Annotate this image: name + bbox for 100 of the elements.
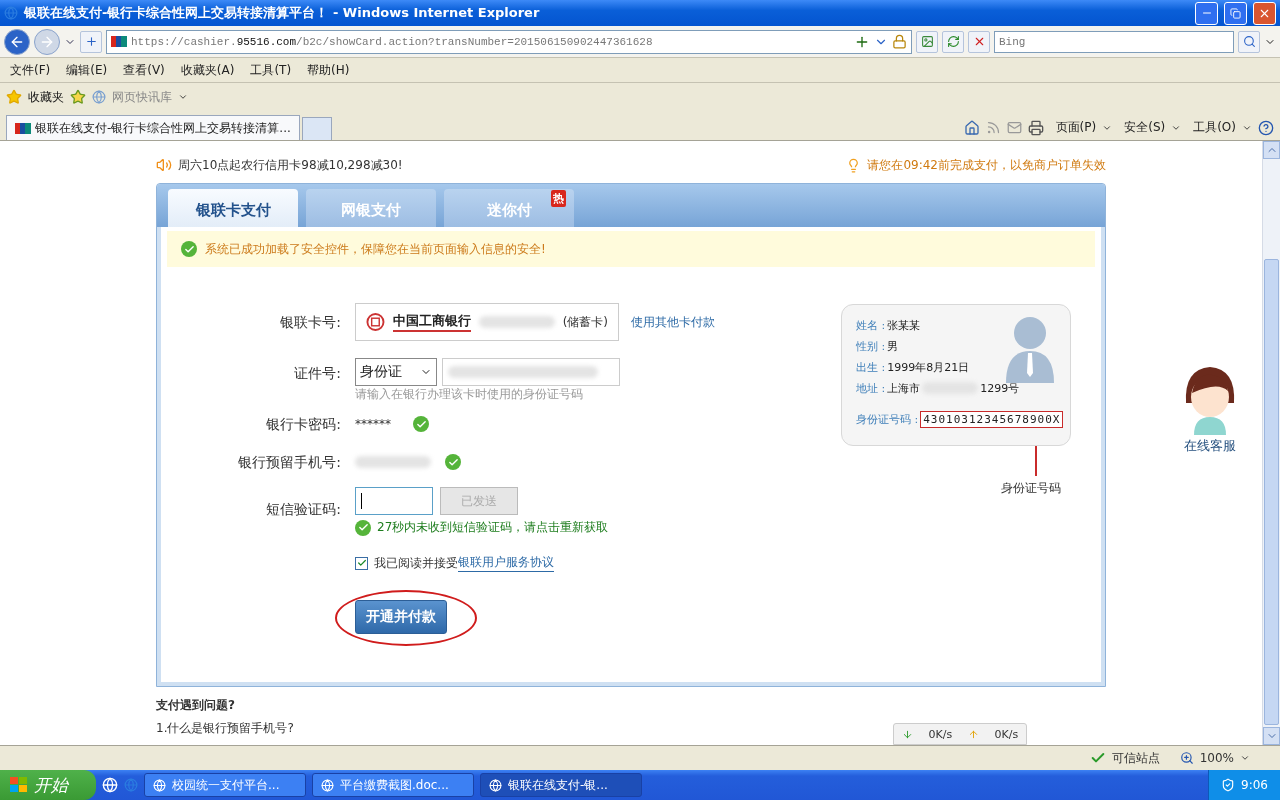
browser-tab[interactable]: 银联在线支付-银行卡综合性网上交易转接清算... xyxy=(6,115,300,140)
zoom-level[interactable]: 100% xyxy=(1199,751,1234,765)
print-icon[interactable] xyxy=(1027,119,1044,136)
forward-button[interactable] xyxy=(34,28,60,55)
help-question-link[interactable]: 1.什么是银行预留手机号? xyxy=(156,720,294,737)
deadline-text: 请您在09:42前完成支付，以免商户订单失效 xyxy=(867,156,1106,174)
taskbar-button[interactable]: 校园统一支付平台... xyxy=(144,773,306,797)
address-field[interactable]: https://cashier.95516.com/b2c/showCard.action?transNumber=201506150902447361628 xyxy=(106,29,912,54)
card-field-value: 男 xyxy=(887,338,899,354)
id-type-select[interactable]: 身份证 xyxy=(355,357,437,386)
restore-button[interactable] xyxy=(1224,1,1247,25)
lock-icon[interactable] xyxy=(892,34,907,49)
card-logo-icon xyxy=(15,122,31,134)
other-card-link[interactable]: 使用其他卡付款 xyxy=(631,313,715,331)
card-logo-icon xyxy=(111,36,127,47)
shield-icon[interactable] xyxy=(1221,778,1236,792)
menu-item[interactable]: 编辑(E) xyxy=(60,59,114,81)
command-menu[interactable]: 安全(S) xyxy=(1124,119,1166,136)
agreement-checkbox[interactable] xyxy=(355,556,368,570)
card-field-value: 1299号 xyxy=(980,380,1020,396)
card-field-label: 出生 : xyxy=(856,359,886,375)
caret-icon[interactable] xyxy=(1240,753,1250,763)
caret-icon[interactable] xyxy=(178,92,188,102)
menu-item[interactable]: 帮助(H) xyxy=(301,59,356,81)
menu-item[interactable]: 查看(V) xyxy=(117,59,171,81)
field-label: 证件号: xyxy=(293,364,341,383)
bank-logo-icon xyxy=(366,312,385,332)
payment-tab[interactable]: 银联卡支付 xyxy=(168,189,298,227)
add-button[interactable] xyxy=(80,30,102,53)
card-field-label: 姓名 : xyxy=(856,317,886,333)
image-icon xyxy=(920,35,934,48)
stop-button[interactable] xyxy=(968,30,990,53)
help-icon[interactable] xyxy=(1258,119,1274,136)
field-label: 银行卡密码: xyxy=(265,415,341,434)
id-number-field[interactable] xyxy=(442,357,620,386)
sms-message: 27秒内未收到短信验证码，请点击重新获取 xyxy=(377,519,609,536)
add-favorite-icon[interactable] xyxy=(70,89,86,105)
menu-item[interactable]: 工具(T) xyxy=(244,59,298,81)
plus-icon xyxy=(84,35,98,48)
speaker-icon xyxy=(156,157,172,173)
download-speed: 0K/s xyxy=(928,727,953,741)
security-zone: 可信站点 xyxy=(1111,749,1160,767)
favorites-star-icon[interactable] xyxy=(6,89,22,105)
sms-code-field[interactable] xyxy=(355,487,433,515)
search-button[interactable] xyxy=(1238,30,1260,53)
scroll-thumb[interactable] xyxy=(1264,259,1279,725)
refresh-button[interactable] xyxy=(942,30,964,53)
field-label: 短信验证码: xyxy=(265,500,341,519)
taskbar-button[interactable]: 银联在线支付-银... xyxy=(480,773,642,797)
close-button[interactable] xyxy=(1253,1,1276,25)
menu-item[interactable]: 收藏夹(A) xyxy=(174,59,241,81)
browser-icon xyxy=(153,778,166,792)
search-icon xyxy=(1242,35,1256,48)
windows-logo-icon xyxy=(10,777,28,793)
online-service-label[interactable]: 在线客服 xyxy=(1184,437,1236,455)
upload-speed: 0K/s xyxy=(994,727,1019,741)
favorites-button[interactable]: 收藏夹 xyxy=(28,88,64,106)
upload-arrow-icon xyxy=(967,728,979,740)
browser-icon xyxy=(489,778,502,792)
home-icon[interactable] xyxy=(963,119,980,136)
taskbar-button[interactable]: 平台缴费截图.doc... xyxy=(312,773,474,797)
promo-text: 周六10点起农行信用卡98减10,298减30! xyxy=(178,156,403,174)
feed-icon[interactable] xyxy=(985,120,1001,135)
agreement-text: 我已阅读并接受 xyxy=(374,554,458,572)
card-field-value: 上海市 xyxy=(887,380,921,396)
person-silhouette-icon xyxy=(1004,317,1056,383)
search-field[interactable]: Bing xyxy=(994,30,1234,53)
field-label: 银行预留手机号: xyxy=(237,453,341,472)
browser-icon xyxy=(124,778,138,792)
leader-line xyxy=(1035,446,1037,476)
back-button[interactable] xyxy=(4,28,30,55)
quick-launch-icon[interactable] xyxy=(102,777,118,793)
card-field-label: 地址 : xyxy=(856,380,886,396)
agreement-link[interactable]: 银联用户服务协议 xyxy=(458,554,554,572)
refresh-icon xyxy=(946,35,960,48)
mail-icon[interactable] xyxy=(1006,120,1022,135)
id-number: 43010312345678900X xyxy=(920,410,1064,428)
submit-button[interactable]: 开通并付款 xyxy=(355,600,447,634)
menu-item[interactable]: 文件(F) xyxy=(4,59,57,81)
zoom-icon[interactable] xyxy=(1179,751,1194,765)
command-menu[interactable]: 页面(P) xyxy=(1055,119,1097,136)
field-label: 银联卡号: xyxy=(279,313,341,332)
check-icon xyxy=(181,241,197,257)
payment-tab[interactable]: 迷你付 热 xyxy=(444,189,574,227)
window-title: 银联在线支付-银行卡综合性网上交易转接清算平台！ - Windows Internet Explorer xyxy=(24,4,541,22)
card-field-label: 身份证号码 : xyxy=(856,411,919,427)
compatibility-button[interactable] xyxy=(916,30,938,53)
scrollbar[interactable] xyxy=(1262,141,1280,745)
bank-name: 中国工商银行 xyxy=(392,312,471,332)
clock: 9:06 xyxy=(1241,778,1268,792)
password-value: ****** xyxy=(355,417,391,431)
download-arrow-icon xyxy=(901,728,913,740)
browser-icon xyxy=(321,778,334,792)
id-number-caption: 身份证号码 xyxy=(1001,480,1061,497)
web-slice-icon xyxy=(92,90,106,104)
browser-icon xyxy=(4,6,18,20)
command-menu[interactable]: 工具(O) xyxy=(1193,119,1236,136)
minimize-button[interactable] xyxy=(1195,1,1218,25)
card-field-value: 张某某 xyxy=(887,317,921,333)
hot-badge: 热 xyxy=(551,190,566,207)
